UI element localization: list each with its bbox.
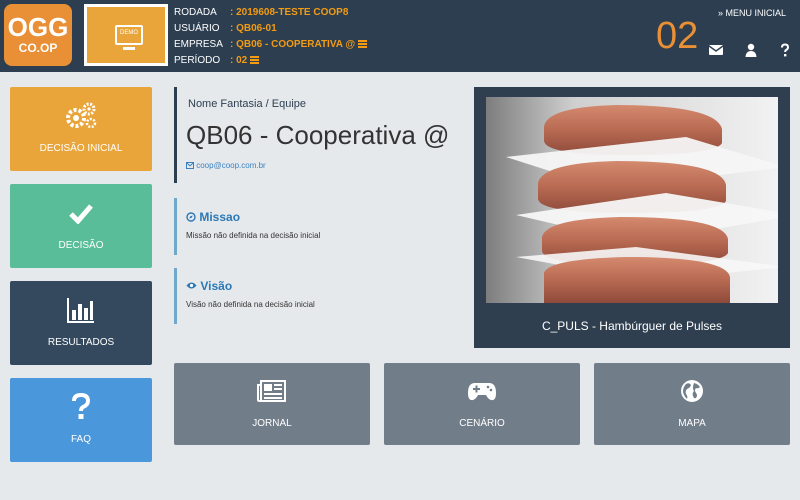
envelope-icon[interactable] xyxy=(708,42,724,58)
company-email[interactable]: coop@coop.com.br xyxy=(186,161,266,170)
company-accent-bar xyxy=(174,87,177,183)
info-key: RODADA xyxy=(174,7,217,18)
info-value: : QB06-01 xyxy=(230,23,277,34)
info-value: : QB06 - COOPERATIVA @ xyxy=(230,37,368,53)
product-name: C_PULS - Hambúrguer de Pulses xyxy=(541,319,723,333)
tile-jornal[interactable]: JORNAL xyxy=(174,363,370,445)
logo-top-text: OGG xyxy=(7,12,69,42)
visao-text: Visão não definida na decisão inicial xyxy=(186,300,315,309)
envelope-icon xyxy=(186,162,194,169)
newspaper-icon xyxy=(174,377,370,405)
missao-title: Missao xyxy=(186,210,240,224)
round-number: 02 xyxy=(656,15,699,57)
question-icon[interactable] xyxy=(777,42,793,58)
demo-label: DEMO xyxy=(120,30,138,36)
sidebar-item-label: DECISÃO INICIAL xyxy=(39,143,123,154)
user-icon[interactable] xyxy=(743,42,759,58)
eye-icon xyxy=(186,282,197,289)
tile-label: CENÁRIO xyxy=(459,418,505,429)
product-photo xyxy=(486,97,778,303)
info-value: : 2019608-TESTE COOP8 xyxy=(230,7,349,18)
tile-cenario[interactable]: CENÁRIO xyxy=(384,363,580,445)
monitor-stand xyxy=(123,47,135,50)
menu-inicial-link[interactable]: » MENU INICIAL xyxy=(718,8,786,18)
list-icon[interactable] xyxy=(358,40,368,48)
tile-label: MAPA xyxy=(678,418,706,429)
demo-badge: DEMO xyxy=(84,4,168,66)
logo-bottom-text: CO.OP xyxy=(18,41,58,55)
company-label: Nome Fantasia / Equipe xyxy=(188,98,307,110)
sidebar-item-label: FAQ xyxy=(70,434,91,445)
info-key: EMPRESA xyxy=(174,39,223,50)
sidebar-item-label: RESULTADOS xyxy=(47,337,115,348)
check-icon xyxy=(10,198,152,228)
bar-chart-icon xyxy=(10,295,152,325)
sidebar-item-resultados[interactable]: RESULTADOS xyxy=(10,281,152,365)
sidebar-item-label: DECISÃO xyxy=(58,240,104,251)
ogg-coop-logo[interactable]: OGG CO.OP xyxy=(4,4,72,66)
gears-icon xyxy=(10,101,152,131)
sidebar-item-decisao[interactable]: DECISÃO xyxy=(10,184,152,268)
team-name: QB06 - Cooperativa @ xyxy=(186,120,450,150)
tile-label: JORNAL xyxy=(252,418,292,429)
missao-accent-bar xyxy=(174,198,177,255)
product-card[interactable]: C_PULS - Hambúrguer de Pulses xyxy=(474,87,790,348)
monitor-icon: DEMO xyxy=(115,25,143,45)
compass-icon xyxy=(186,212,196,222)
list-icon[interactable] xyxy=(250,56,260,64)
sidebar-item-decisao-inicial[interactable]: DECISÃO INICIAL xyxy=(10,87,152,171)
info-value: : 02 xyxy=(230,53,260,69)
sidebar-item-faq[interactable]: FAQ xyxy=(10,378,152,462)
question-icon xyxy=(10,392,152,422)
tile-mapa[interactable]: MAPA xyxy=(594,363,790,445)
info-key: PERÍODO xyxy=(174,55,221,66)
visao-title: Visão xyxy=(186,279,232,293)
missao-text: Missão não definida na decisão inicial xyxy=(186,231,321,240)
visao-accent-bar xyxy=(174,268,177,324)
info-key: USUÁRIO xyxy=(174,23,220,34)
globe-icon xyxy=(594,377,790,405)
gamepad-icon xyxy=(384,377,580,405)
top-header: OGG CO.OP DEMO RODADA : 2019608-TESTE CO… xyxy=(0,0,800,72)
